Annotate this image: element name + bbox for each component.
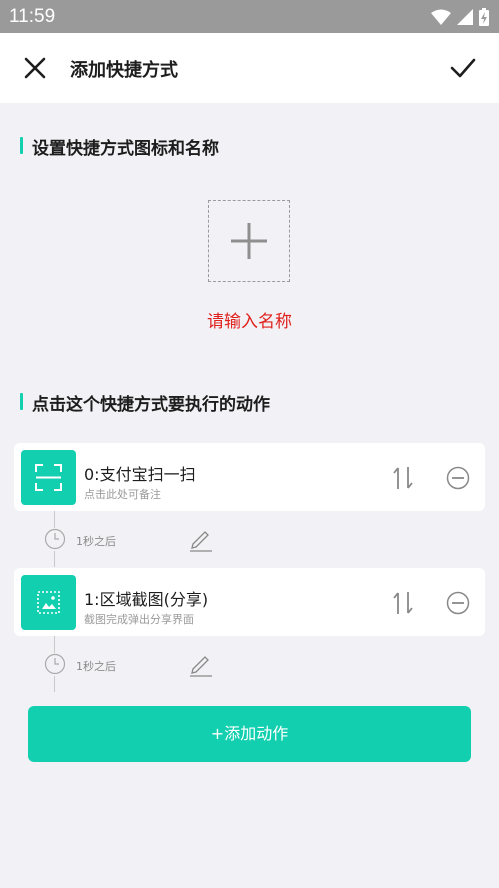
timeline-line bbox=[54, 511, 55, 528]
action-name: 1:区域截图(分享) bbox=[84, 590, 209, 609]
action-name: 0:支付宝扫一扫 bbox=[84, 465, 196, 484]
screenshot-region-icon bbox=[37, 591, 60, 614]
confirm-check-icon[interactable] bbox=[449, 54, 477, 82]
battery-icon bbox=[479, 8, 489, 26]
action-icon bbox=[21, 575, 76, 630]
sort-arrows-icon[interactable] bbox=[392, 465, 414, 491]
wifi-icon bbox=[431, 9, 451, 25]
section-title-icon-name: 设置快捷方式图标和名称 bbox=[20, 134, 219, 159]
action-card[interactable]: 0:支付宝扫一扫 点击此处可备注 bbox=[14, 443, 485, 511]
edit-pencil-icon[interactable] bbox=[188, 651, 214, 677]
action-card[interactable]: 1:区域截图(分享) 截图完成弹出分享界面 bbox=[14, 568, 485, 636]
clock-icon bbox=[44, 528, 66, 550]
status-icons bbox=[431, 8, 489, 26]
close-icon[interactable] bbox=[22, 55, 48, 81]
action-note[interactable]: 截图完成弹出分享界面 bbox=[84, 611, 194, 627]
delay-text: 1秒之后 bbox=[76, 535, 116, 548]
status-time: 11:59 bbox=[9, 6, 56, 27]
action-note[interactable]: 点击此处可备注 bbox=[84, 486, 161, 502]
add-action-button[interactable]: +添加动作 bbox=[28, 706, 471, 762]
remove-circle-icon[interactable] bbox=[446, 466, 470, 490]
delay-row: 1秒之后 bbox=[0, 636, 499, 692]
page-title: 添加快捷方式 bbox=[70, 60, 178, 81]
clock-icon bbox=[44, 653, 66, 675]
cell-signal-icon bbox=[457, 9, 473, 25]
timeline-line bbox=[54, 676, 55, 692]
plus-icon bbox=[231, 223, 267, 259]
action-icon bbox=[21, 450, 76, 505]
name-input[interactable]: 请输入名称 bbox=[0, 307, 499, 332]
delay-row: 1秒之后 bbox=[0, 511, 499, 567]
timeline-line bbox=[54, 636, 55, 653]
icon-picker-button[interactable] bbox=[208, 200, 290, 282]
delay-text: 1秒之后 bbox=[76, 660, 116, 673]
sort-arrows-icon[interactable] bbox=[392, 590, 414, 616]
toolbar: 添加快捷方式 bbox=[0, 33, 499, 103]
timeline-line bbox=[54, 551, 55, 567]
remove-circle-icon[interactable] bbox=[446, 591, 470, 615]
section-title-actions: 点击这个快捷方式要执行的动作 bbox=[20, 390, 270, 415]
status-bar: 11:59 bbox=[0, 0, 499, 33]
edit-pencil-icon[interactable] bbox=[188, 526, 214, 552]
scan-icon bbox=[35, 464, 62, 491]
